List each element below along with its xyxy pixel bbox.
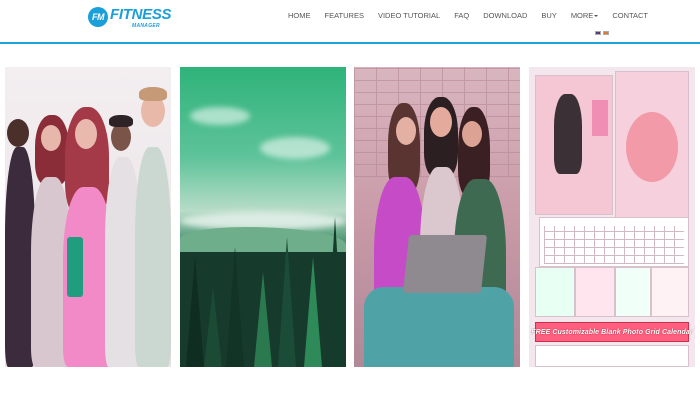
- dog-shape: [554, 94, 582, 174]
- person-head: [111, 123, 131, 151]
- person-head: [7, 119, 29, 147]
- flag-uk-icon[interactable]: [595, 31, 601, 35]
- person-hair: [139, 87, 167, 101]
- nav-faq[interactable]: FAQ: [447, 11, 476, 20]
- logo-badge: FM: [88, 7, 108, 27]
- language-switcher: [595, 31, 609, 35]
- tree-shape: [254, 272, 272, 367]
- person-head: [75, 119, 97, 149]
- main-nav: HOME FEATURES VIDEO TUTORIAL FAQ DOWNLOA…: [288, 11, 655, 20]
- nav-more-label: MORE: [570, 11, 594, 20]
- logo-subtitle: MANAGER: [132, 22, 160, 29]
- cat-shape: [626, 112, 678, 182]
- person-head: [396, 117, 416, 145]
- gallery-image-friends[interactable]: [5, 67, 171, 367]
- calendar-month-page: [539, 217, 689, 267]
- calendar-thumb: [651, 267, 689, 317]
- jeans-shape: [364, 287, 514, 367]
- gallery-image-forest[interactable]: [180, 67, 346, 367]
- banner-text: FREE Customizable Blank Photo Grid Calen…: [531, 328, 693, 336]
- site-header: FM FITNESS MANAGER HOME FEATURES VIDEO T…: [0, 0, 700, 43]
- cloud-shape: [260, 137, 330, 159]
- tree-shape: [278, 237, 296, 367]
- person-head: [430, 107, 452, 137]
- nav-more-dropdown[interactable]: MORE: [564, 11, 606, 20]
- header-divider: [0, 42, 700, 44]
- person-shape: [135, 147, 171, 367]
- flag-es-icon[interactable]: [603, 31, 609, 35]
- calendar-page-dog: [535, 75, 613, 215]
- tree-shape: [204, 287, 222, 367]
- gallery-image-laptop-friends[interactable]: [354, 67, 520, 367]
- nav-buy[interactable]: BUY: [534, 11, 563, 20]
- calendar-grid: [544, 226, 684, 264]
- notebook-shape: [67, 237, 83, 297]
- calendar-thumb-strip: [535, 345, 689, 367]
- tree-shape: [226, 247, 244, 367]
- nav-download[interactable]: DOWNLOAD: [476, 11, 534, 20]
- photo-tile: [592, 100, 608, 136]
- person-hair: [109, 115, 133, 127]
- laptop-shape: [402, 235, 488, 293]
- logo-wordmark: FITNESS MANAGER: [110, 5, 172, 29]
- calendar-thumb: [575, 267, 615, 317]
- cloud-shape: [190, 107, 250, 125]
- calendar-thumb: [615, 267, 651, 317]
- calendar-promo-banner[interactable]: FREE Customizable Blank Photo Grid Calen…: [531, 322, 693, 342]
- nav-home[interactable]: HOME: [288, 11, 318, 20]
- gallery-image-calendar[interactable]: FREE Customizable Blank Photo Grid Calen…: [529, 67, 695, 367]
- person-head: [41, 125, 61, 151]
- person-head: [462, 121, 482, 147]
- calendar-page-cat: [615, 71, 689, 221]
- tree-shape: [326, 217, 344, 367]
- nav-video-tutorial[interactable]: VIDEO TUTORIAL: [371, 11, 447, 20]
- tree-shape: [304, 257, 322, 367]
- chevron-down-icon: [594, 15, 599, 17]
- calendar-thumb: [535, 267, 575, 317]
- nav-contact[interactable]: CONTACT: [605, 11, 655, 20]
- logo-name: FITNESS: [110, 5, 172, 23]
- tree-shape: [186, 257, 204, 367]
- site-logo[interactable]: FM FITNESS MANAGER: [88, 5, 172, 29]
- nav-features[interactable]: FEATURES: [318, 11, 371, 20]
